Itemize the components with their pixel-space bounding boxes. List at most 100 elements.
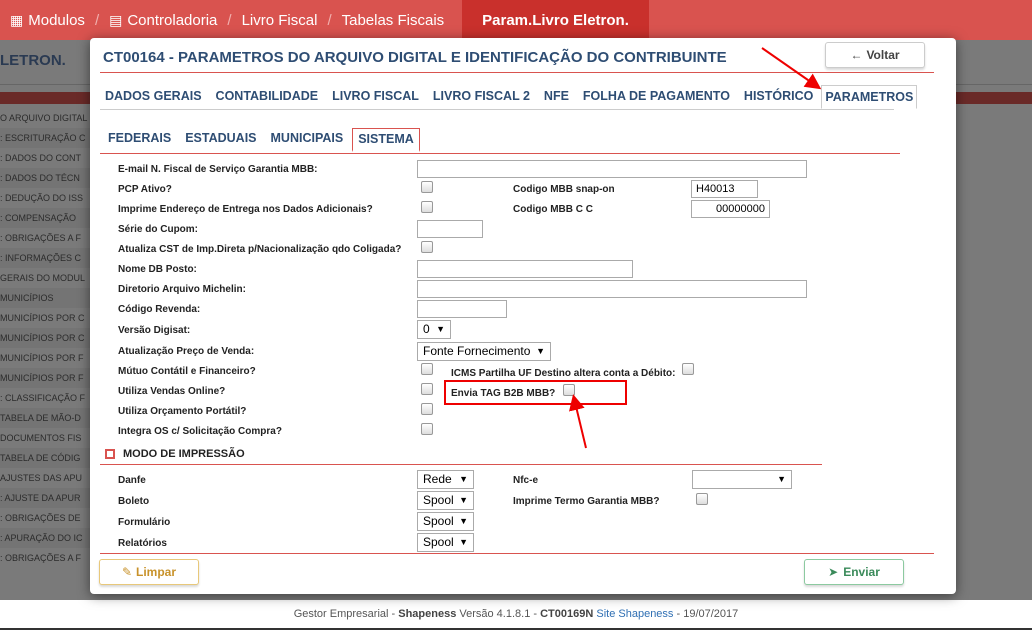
tab-livro-fiscal-2[interactable]: LIVRO FISCAL 2	[433, 85, 530, 109]
danfe-label: Danfe	[118, 475, 146, 486]
imprime-endereco-label: Imprime Endereço de Entrega nos Dados Ad…	[118, 204, 373, 215]
nfce-label: Nfc-e	[513, 475, 539, 486]
codigo-snapon-label: Codigo MBB snap-on	[513, 184, 615, 195]
nav-livro-fiscal[interactable]: Livro Fiscal	[232, 0, 328, 40]
tab-federais[interactable]: FEDERAIS	[108, 128, 171, 152]
diretorio-michelin-input[interactable]	[417, 280, 807, 298]
formulario-select[interactable]: Spool ▼	[417, 512, 474, 531]
codigo-mbb-cc-label: Codigo MBB C C	[513, 204, 593, 215]
document-icon: ▤	[109, 11, 123, 28]
tab-dados-gerais[interactable]: DADOS GERAIS	[105, 85, 202, 109]
versao-digisat-label: Versão Digisat:	[118, 325, 191, 336]
limpar-label: Limpar	[136, 565, 177, 579]
email-nf-input[interactable]	[417, 160, 807, 178]
imprime-termo-checkbox[interactable]	[696, 493, 708, 505]
title-divider	[100, 72, 934, 73]
dropdown-arrow-icon: ▼	[777, 474, 786, 484]
dropdown-arrow-icon: ▼	[536, 346, 545, 356]
print-section-header: MODO DE IMPRESSÃO	[105, 448, 245, 460]
tab-livro-fiscal[interactable]: LIVRO FISCAL	[332, 85, 419, 109]
footer-brand: Shapeness	[398, 608, 457, 620]
email-nf-label: E-mail N. Fiscal de Serviço Garantia MBB…	[118, 164, 318, 175]
select-value: Spool	[423, 493, 454, 507]
select-value: 0	[423, 322, 430, 336]
tab-nfe[interactable]: NFE	[544, 85, 569, 109]
nav-param-livro-eletron[interactable]: Param.Livro Eletron.	[462, 0, 649, 40]
mutuo-contabil-checkbox[interactable]	[421, 363, 433, 375]
voltar-label: Voltar	[866, 48, 900, 62]
boleto-label: Boleto	[118, 496, 150, 507]
sub-tabs-divider	[100, 153, 900, 154]
atualizacao-preco-label: Atualização Preço de Venda:	[118, 346, 255, 357]
tab-folha-de-pagamento[interactable]: FOLHA DE PAGAMENTO	[583, 85, 730, 109]
nome-db-posto-input[interactable]	[417, 260, 633, 278]
dropdown-arrow-icon: ▼	[459, 474, 468, 484]
send-icon: ➤	[828, 565, 839, 579]
integra-os-label: Integra OS c/ Solicitação Compra?	[118, 426, 282, 437]
tab-estaduais[interactable]: ESTADUAIS	[185, 128, 256, 152]
footer-prefix: Gestor Empresarial -	[293, 608, 399, 620]
footer: Gestor Empresarial - Shapeness Versão 4.…	[0, 600, 1032, 630]
print-section-divider	[100, 464, 822, 465]
tab-parametros[interactable]: PARAMETROS	[821, 85, 918, 109]
nav-label: Param.Livro Eletron.	[482, 11, 629, 29]
relatorios-label: Relatórios	[118, 538, 167, 549]
boleto-select[interactable]: Spool ▼	[417, 491, 474, 510]
print-section-title: MODO DE IMPRESSÃO	[123, 448, 245, 460]
utiliza-orcamento-checkbox[interactable]	[421, 403, 433, 415]
codigo-revenda-label: Código Revenda:	[118, 304, 201, 315]
eraser-icon: ✎	[121, 565, 133, 579]
versao-digisat-select[interactable]: 0 ▼	[417, 320, 451, 339]
utiliza-vendas-checkbox[interactable]	[421, 383, 433, 395]
codigo-mbb-cc-input[interactable]: 00000000	[691, 200, 770, 218]
nav-modulos[interactable]: ▦ Modulos	[0, 0, 95, 40]
collapse-square-icon[interactable]	[105, 449, 115, 459]
dropdown-arrow-icon: ▼	[459, 495, 468, 505]
background-title: LETRON.	[0, 52, 66, 69]
tab-historico[interactable]: HISTÓRICO	[744, 85, 813, 109]
top-navigation: ▦ Modulos / ▤ Controladoria / Livro Fisc…	[0, 0, 1032, 40]
nav-tabelas-fiscais[interactable]: Tabelas Fiscais	[332, 0, 455, 40]
nav-label: Livro Fiscal	[241, 11, 318, 29]
utiliza-vendas-label: Utiliza Vendas Online?	[118, 386, 226, 397]
diretorio-michelin-label: Diretorio Arquivo Michelin:	[118, 284, 246, 295]
voltar-button[interactable]: ← Voltar	[825, 42, 925, 68]
enviar-button[interactable]: ➤ Enviar	[804, 559, 904, 585]
codigo-snapon-input[interactable]: H40013	[691, 180, 758, 198]
codigo-revenda-input[interactable]	[417, 300, 507, 318]
atualizacao-preco-select[interactable]: Fonte Fornecimento ▼	[417, 342, 551, 361]
footer-site-link[interactable]: Site Shapeness	[596, 608, 673, 620]
icms-partilha-checkbox[interactable]	[682, 363, 694, 375]
imprime-endereco-checkbox[interactable]	[421, 201, 433, 213]
serie-cupom-label: Série do Cupom:	[118, 224, 199, 235]
danfe-select[interactable]: Rede ▼	[417, 470, 474, 489]
modal-title: CT00164 - PARAMETROS DO ARQUIVO DIGITAL …	[103, 49, 727, 66]
select-value: Rede	[423, 472, 452, 486]
integra-os-checkbox[interactable]	[421, 423, 433, 435]
icms-partilha-label: ICMS Partilha UF Destino altera conta a …	[451, 368, 676, 379]
nav-controladoria[interactable]: ▤ Controladoria	[99, 0, 227, 40]
relatorios-select[interactable]: Spool ▼	[417, 533, 474, 552]
parametros-modal: CT00164 - PARAMETROS DO ARQUIVO DIGITAL …	[90, 38, 956, 594]
annotation-highlight-box	[444, 380, 627, 405]
tab-sistema[interactable]: SISTEMA	[352, 128, 420, 152]
imprime-termo-label: Imprime Termo Garantia MBB?	[513, 496, 660, 507]
atualiza-cst-checkbox[interactable]	[421, 241, 433, 253]
dropdown-arrow-icon: ▼	[459, 537, 468, 547]
mutuo-contabil-label: Mútuo Contátil e Financeiro?	[118, 366, 256, 377]
dropdown-arrow-icon: ▼	[459, 516, 468, 526]
nfce-select[interactable]: ▼	[692, 470, 792, 489]
nome-db-posto-label: Nome DB Posto:	[118, 264, 197, 275]
tab-contabilidade[interactable]: CONTABILIDADE	[216, 85, 319, 109]
nav-label: Controladoria	[127, 11, 218, 29]
footer-divider	[100, 553, 934, 554]
footer-date: - 19/07/2017	[673, 608, 739, 620]
limpar-button[interactable]: ✎ Limpar	[99, 559, 199, 585]
pcp-ativo-checkbox[interactable]	[421, 181, 433, 193]
main-tabs: DADOS GERAIS CONTABILIDADE LIVRO FISCAL …	[105, 85, 931, 109]
pcp-ativo-label: PCP Ativo?	[118, 184, 172, 195]
tab-municipais[interactable]: MUNICIPAIS	[271, 128, 344, 152]
sub-tabs: FEDERAIS ESTADUAIS MUNICIPAIS SISTEMA	[108, 128, 434, 152]
main-tabs-divider	[100, 109, 894, 110]
serie-cupom-input[interactable]	[417, 220, 483, 238]
